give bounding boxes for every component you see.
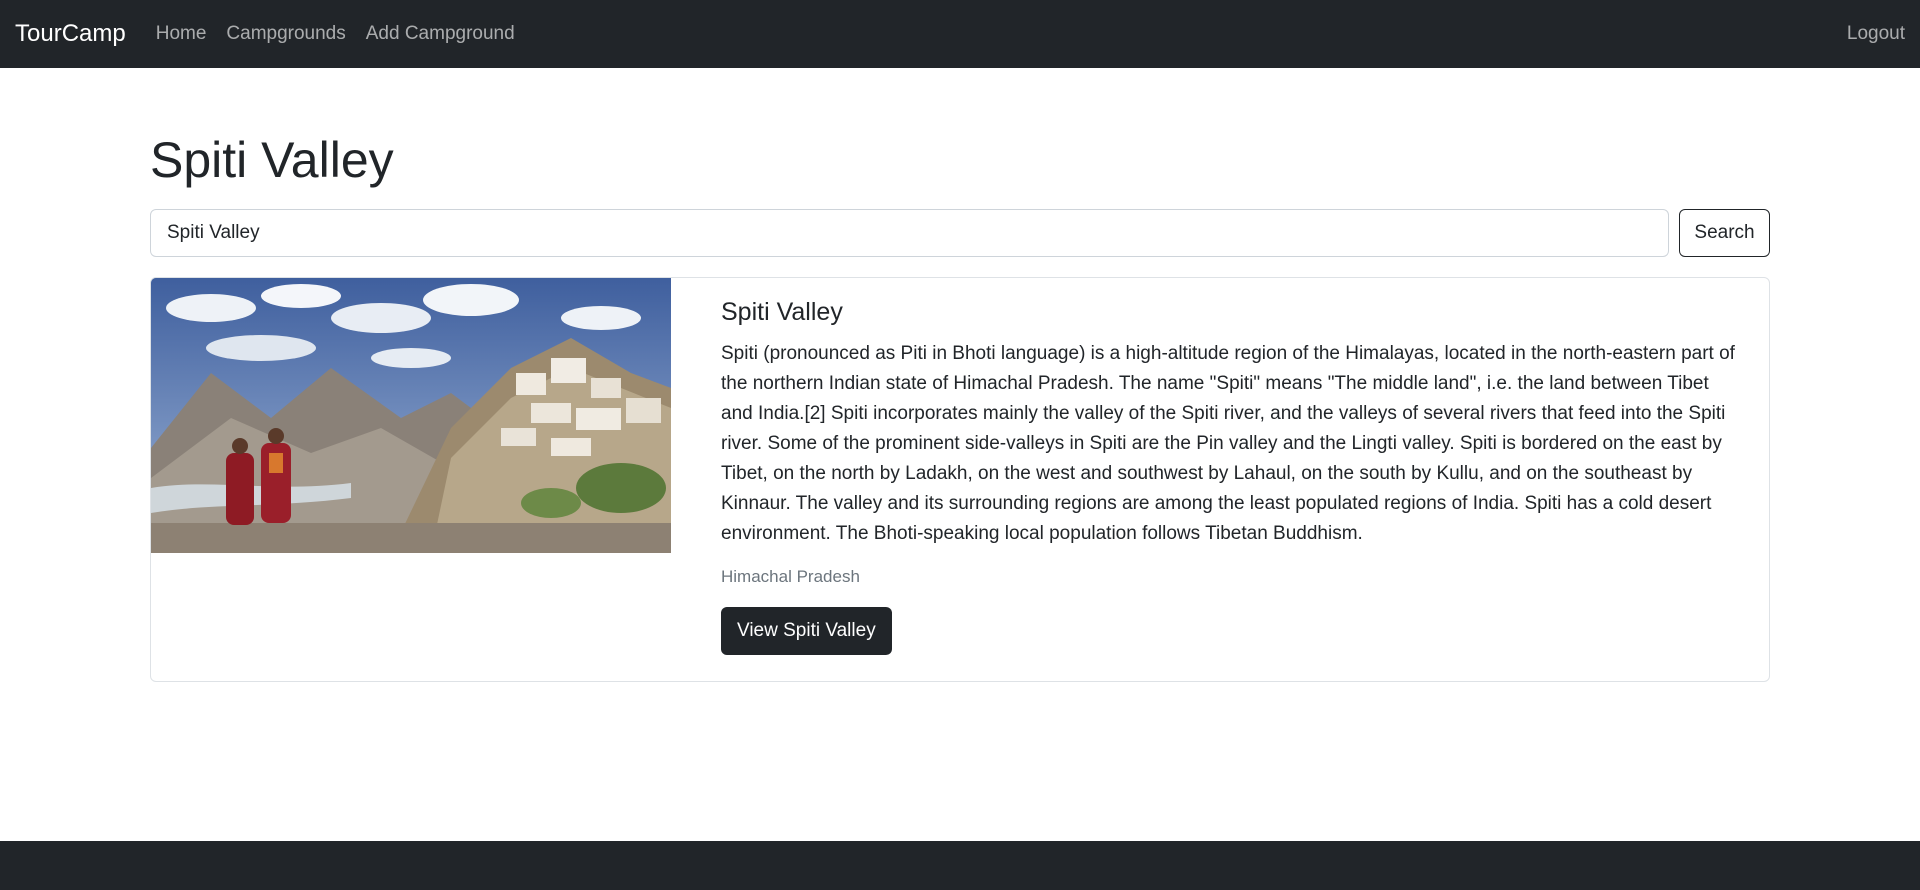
campground-image <box>151 278 671 553</box>
nav-link-campgrounds[interactable]: Campgrounds <box>226 23 345 45</box>
nav-link-add-campground[interactable]: Add Campground <box>366 23 515 45</box>
navbar: TourCamp Home Campgrounds Add Campground… <box>0 0 1920 68</box>
logout-link[interactable]: Logout <box>1847 23 1905 45</box>
footer <box>0 841 1920 890</box>
nav-link-home[interactable]: Home <box>156 23 207 45</box>
page-title: Spiti Valley <box>150 132 394 188</box>
search-form: Search <box>150 209 1770 257</box>
search-input[interactable] <box>150 209 1669 257</box>
campground-location: Himachal Pradesh <box>721 566 860 586</box>
campground-card: Spiti Valley Spiti (pronounced as Piti i… <box>150 277 1770 682</box>
card-body: Spiti Valley Spiti (pronounced as Piti i… <box>721 296 1741 655</box>
view-campground-button[interactable]: View Spiti Valley <box>721 606 892 655</box>
campground-description: Spiti (pronounced as Piti in Bhoti langu… <box>721 342 1735 544</box>
nav-links: Home Campgrounds Add Campground <box>156 23 535 45</box>
brand-link[interactable]: TourCamp <box>15 20 126 48</box>
search-button[interactable]: Search <box>1679 209 1770 257</box>
campground-title: Spiti Valley <box>721 298 843 326</box>
